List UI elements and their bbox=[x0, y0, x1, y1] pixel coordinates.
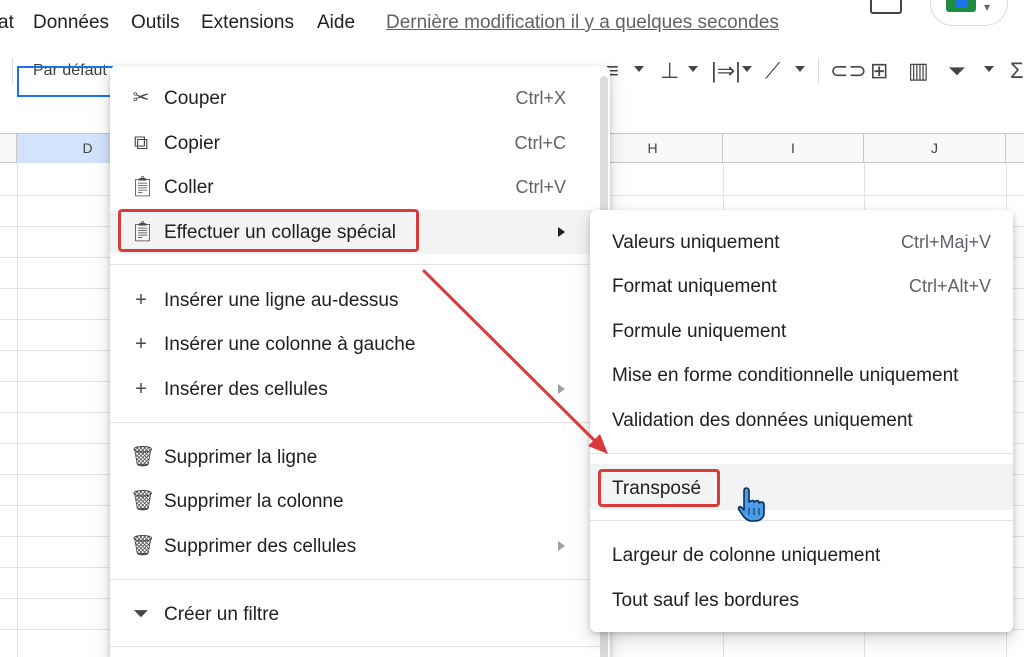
menu-item-label: Insérer une ligne au-dessus bbox=[164, 290, 399, 311]
menu-item-label: Copier bbox=[164, 133, 220, 154]
filter-icon[interactable]: ⏷ bbox=[948, 58, 966, 84]
context-menu: ✂ Couper Ctrl+X ⧉ Copier Ctrl+C 📋︎ Colle… bbox=[110, 66, 610, 657]
menu-divider bbox=[590, 520, 1013, 521]
menu-bar: at Données Outils Extensions Aide Derniè… bbox=[0, 0, 1024, 46]
text-rotation-icon[interactable]: ⟋ bbox=[765, 58, 780, 84]
column-line bbox=[17, 163, 18, 657]
cut-icon: ✂ bbox=[132, 87, 150, 109]
menu-item-supprimer-colonne[interactable]: 🗑︎ Supprimer la colonne bbox=[110, 481, 600, 521]
paste-special-submenu: Valeurs uniquement Ctrl+Maj+V Format uni… bbox=[590, 210, 1013, 632]
toolbar-divider bbox=[12, 58, 13, 84]
menu-divider bbox=[590, 453, 1013, 454]
chevron-down-icon[interactable] bbox=[742, 66, 752, 72]
link-icon[interactable]: ⊂⊃ bbox=[830, 58, 867, 84]
menu-outils[interactable]: Outils bbox=[131, 12, 180, 34]
chevron-down-icon[interactable] bbox=[688, 66, 698, 72]
menu-donnees[interactable]: Données bbox=[33, 12, 109, 34]
menu-item-shortcut: Ctrl+C bbox=[514, 133, 566, 153]
chevron-down-icon[interactable]: ▾ bbox=[984, 0, 990, 14]
submenu-item-shortcut: Ctrl+Alt+V bbox=[908, 276, 991, 296]
menu-item-shortcut: Ctrl+X bbox=[515, 88, 566, 108]
filter-icon: ⏷ bbox=[133, 603, 149, 625]
insert-comment-icon[interactable]: ⊞ bbox=[870, 58, 888, 84]
trash-icon: 🗑︎ bbox=[130, 446, 156, 468]
chevron-down-icon[interactable] bbox=[634, 66, 644, 72]
menu-item-label: Supprimer la colonne bbox=[164, 491, 344, 512]
chevron-down-icon[interactable] bbox=[795, 66, 805, 72]
menu-item-copier[interactable]: ⧉ Copier Ctrl+C bbox=[110, 123, 600, 163]
menu-aide[interactable]: Aide bbox=[317, 12, 355, 34]
selected-cell[interactable] bbox=[17, 66, 113, 97]
column-header-i[interactable]: I bbox=[723, 134, 864, 163]
functions-icon[interactable]: Σ bbox=[1010, 58, 1024, 84]
submenu-item-format[interactable]: Format uniquement Ctrl+Alt+V bbox=[590, 266, 1013, 306]
row-header-corner[interactable] bbox=[0, 134, 17, 163]
submenu-arrow-icon bbox=[558, 384, 565, 394]
menu-item-couper[interactable]: ✂ Couper Ctrl+X bbox=[110, 78, 600, 118]
menu-item-inserer-colonne[interactable]: + Insérer une colonne à gauche bbox=[110, 324, 600, 364]
menu-item-label: Supprimer des cellules bbox=[164, 536, 357, 557]
menu-item-supprimer-ligne[interactable]: 🗑︎ Supprimer la ligne bbox=[110, 437, 600, 477]
trash-icon: 🗑︎ bbox=[130, 490, 156, 512]
submenu-item-sauf-bordures[interactable]: Tout sauf les bordures bbox=[590, 580, 1013, 620]
submenu-item-mise-en-forme[interactable]: Mise en forme conditionnelle uniquement bbox=[590, 355, 1013, 395]
menu-item-inserer-cellules[interactable]: + Insérer des cellules bbox=[110, 369, 600, 409]
highlight-box-paste-special bbox=[118, 209, 419, 252]
submenu-item-label: Valeurs uniquement bbox=[612, 232, 780, 253]
submenu-arrow-icon bbox=[558, 227, 565, 237]
menu-item-shortcut: Ctrl+V bbox=[515, 177, 566, 197]
last-modified-link[interactable]: Dernière modification il y a quelques se… bbox=[386, 12, 779, 34]
toolbar-divider bbox=[818, 58, 819, 84]
menu-item-coller[interactable]: 📋︎ Coller Ctrl+V bbox=[110, 167, 600, 207]
submenu-item-label: Mise en forme conditionnelle uniquement bbox=[612, 365, 959, 386]
menu-item-label: Couper bbox=[164, 88, 227, 109]
menu-item-label: Insérer des cellules bbox=[164, 379, 328, 400]
paste-icon: 📋︎ bbox=[130, 176, 156, 198]
submenu-item-label: Formule uniquement bbox=[612, 321, 787, 342]
insert-chart-icon[interactable]: ▥ bbox=[908, 58, 929, 84]
submenu-item-formule[interactable]: Formule uniquement bbox=[590, 311, 1013, 351]
menu-item-label: Coller bbox=[164, 177, 214, 198]
submenu-item-shortcut: Ctrl+Maj+V bbox=[900, 232, 991, 252]
menu-divider bbox=[110, 422, 600, 423]
plus-icon: + bbox=[135, 378, 147, 400]
menu-item-label: Supprimer la ligne bbox=[164, 447, 318, 468]
text-direction-icon[interactable]: |⇒| bbox=[711, 58, 741, 84]
column-header-k[interactable] bbox=[1006, 134, 1024, 163]
column-header-j[interactable]: J bbox=[864, 134, 1006, 163]
copy-icon: ⧉ bbox=[133, 132, 149, 154]
comment-history-icon[interactable] bbox=[870, 0, 902, 14]
menu-item-label: Insérer une colonne à gauche bbox=[164, 334, 416, 355]
trash-icon: 🗑︎ bbox=[130, 535, 156, 557]
submenu-item-validation[interactable]: Validation des données uniquement bbox=[590, 400, 1013, 440]
menu-divider bbox=[110, 579, 600, 580]
vertical-align-icon[interactable]: ⊥ bbox=[660, 58, 679, 84]
pointer-hand-icon bbox=[737, 487, 765, 522]
menu-divider bbox=[110, 646, 600, 647]
menu-item-creer-filtre[interactable]: ⏷ Créer un filtre bbox=[110, 594, 600, 634]
submenu-item-valeurs[interactable]: Valeurs uniquement Ctrl+Maj+V bbox=[590, 222, 1013, 262]
menu-item-inserer-ligne[interactable]: + Insérer une ligne au-dessus bbox=[110, 280, 600, 320]
submenu-item-label: Tout sauf les bordures bbox=[612, 590, 799, 611]
submenu-item-label: Largeur de colonne uniquement bbox=[612, 545, 881, 566]
chevron-down-icon[interactable] bbox=[984, 66, 994, 72]
menu-item-supprimer-cellules[interactable]: 🗑︎ Supprimer des cellules bbox=[110, 526, 600, 566]
meet-icon bbox=[946, 0, 976, 12]
menu-item-label: Créer un filtre bbox=[164, 604, 280, 625]
plus-icon: + bbox=[135, 289, 147, 311]
submenu-arrow-icon bbox=[558, 541, 565, 551]
menu-divider bbox=[110, 264, 600, 265]
submenu-item-label: Format uniquement bbox=[612, 276, 777, 297]
submenu-item-largeur[interactable]: Largeur de colonne uniquement bbox=[590, 535, 1013, 575]
menu-format[interactable]: at bbox=[0, 12, 14, 34]
plus-icon: + bbox=[135, 333, 147, 355]
highlight-box-transpose bbox=[598, 469, 720, 507]
menu-extensions[interactable]: Extensions bbox=[201, 12, 294, 34]
submenu-item-label: Validation des données uniquement bbox=[612, 410, 913, 431]
